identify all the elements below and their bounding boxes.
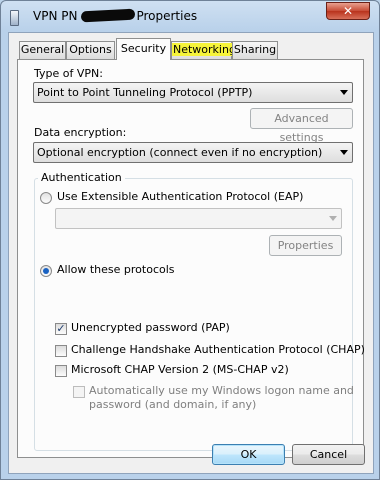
close-button[interactable]: ✕ xyxy=(326,2,370,20)
tab-options[interactable]: Options xyxy=(66,41,115,59)
vpn-type-select[interactable]: Point to Point Tunneling Protocol (PPTP) xyxy=(33,82,353,103)
allow-protocols-label[interactable]: Allow these protocols xyxy=(57,263,175,276)
close-icon: ✕ xyxy=(342,4,354,18)
vpn-connection-icon xyxy=(10,10,19,26)
advanced-settings-button[interactable]: Advanced settings xyxy=(250,108,353,144)
redaction-mark xyxy=(81,8,136,23)
vpn-type-label: Type of VPN: xyxy=(34,67,103,80)
tab-label: General xyxy=(20,43,65,56)
mschapv2-checkbox[interactable] xyxy=(55,365,67,377)
dialog-client-area: General Options Security Networking Shar… xyxy=(8,32,374,474)
tab-label: Networking xyxy=(172,43,237,56)
eap-method-select[interactable] xyxy=(55,208,342,229)
tab-networking[interactable]: Networking xyxy=(171,41,237,59)
chevron-down-icon xyxy=(340,150,348,155)
chevron-down-icon xyxy=(329,216,337,221)
title-suffix: Properties xyxy=(136,9,198,23)
vpn-type-value: Point to Point Tunneling Protocol (PPTP) xyxy=(37,86,253,99)
eap-radio[interactable] xyxy=(40,192,52,204)
tab-security[interactable]: Security xyxy=(116,38,171,60)
chap-label[interactable]: Challenge Handshake Authentication Proto… xyxy=(71,343,365,356)
allow-protocols-radio[interactable] xyxy=(40,265,52,277)
tab-label: Security xyxy=(120,42,167,55)
ok-button[interactable]: OK xyxy=(212,444,285,465)
window-title: VPN PN Properties xyxy=(33,8,198,23)
pap-checkbox[interactable]: ✓ xyxy=(55,323,67,335)
encryption-value: Optional encryption (connect even if no … xyxy=(37,146,323,159)
security-tab-panel: Type of VPN: Point to Point Tunneling Pr… xyxy=(17,59,365,458)
eap-radio-label[interactable]: Use Extensible Authentication Protocol (… xyxy=(57,190,303,203)
cancel-button[interactable]: Cancel xyxy=(292,444,365,465)
tab-label: Sharing xyxy=(233,43,277,56)
tab-label: Options xyxy=(69,43,112,56)
eap-properties-button[interactable]: Properties xyxy=(269,235,342,256)
authentication-group-title: Authentication xyxy=(38,171,125,184)
tab-sharing[interactable]: Sharing xyxy=(232,41,278,59)
title-prefix: VPN PN xyxy=(33,9,78,23)
auto-logon-checkbox[interactable] xyxy=(73,386,85,398)
auto-logon-label-line2: password (and domain, if any) xyxy=(89,398,257,411)
auto-logon-label-line1: Automatically use my Windows logon name … xyxy=(89,384,354,397)
mschapv2-label[interactable]: Microsoft CHAP Version 2 (MS-CHAP v2) xyxy=(71,363,289,376)
properties-dialog: VPN PN Properties ✕ General Options Secur… xyxy=(0,0,380,480)
encryption-label: Data encryption: xyxy=(34,126,127,139)
title-bar[interactable]: VPN PN Properties ✕ xyxy=(1,1,379,33)
pap-label[interactable]: Unencrypted password (PAP) xyxy=(71,321,230,334)
encryption-select[interactable]: Optional encryption (connect even if no … xyxy=(33,142,353,163)
chevron-down-icon xyxy=(340,90,348,95)
chap-checkbox[interactable] xyxy=(55,345,67,357)
tab-general[interactable]: General xyxy=(19,41,66,59)
